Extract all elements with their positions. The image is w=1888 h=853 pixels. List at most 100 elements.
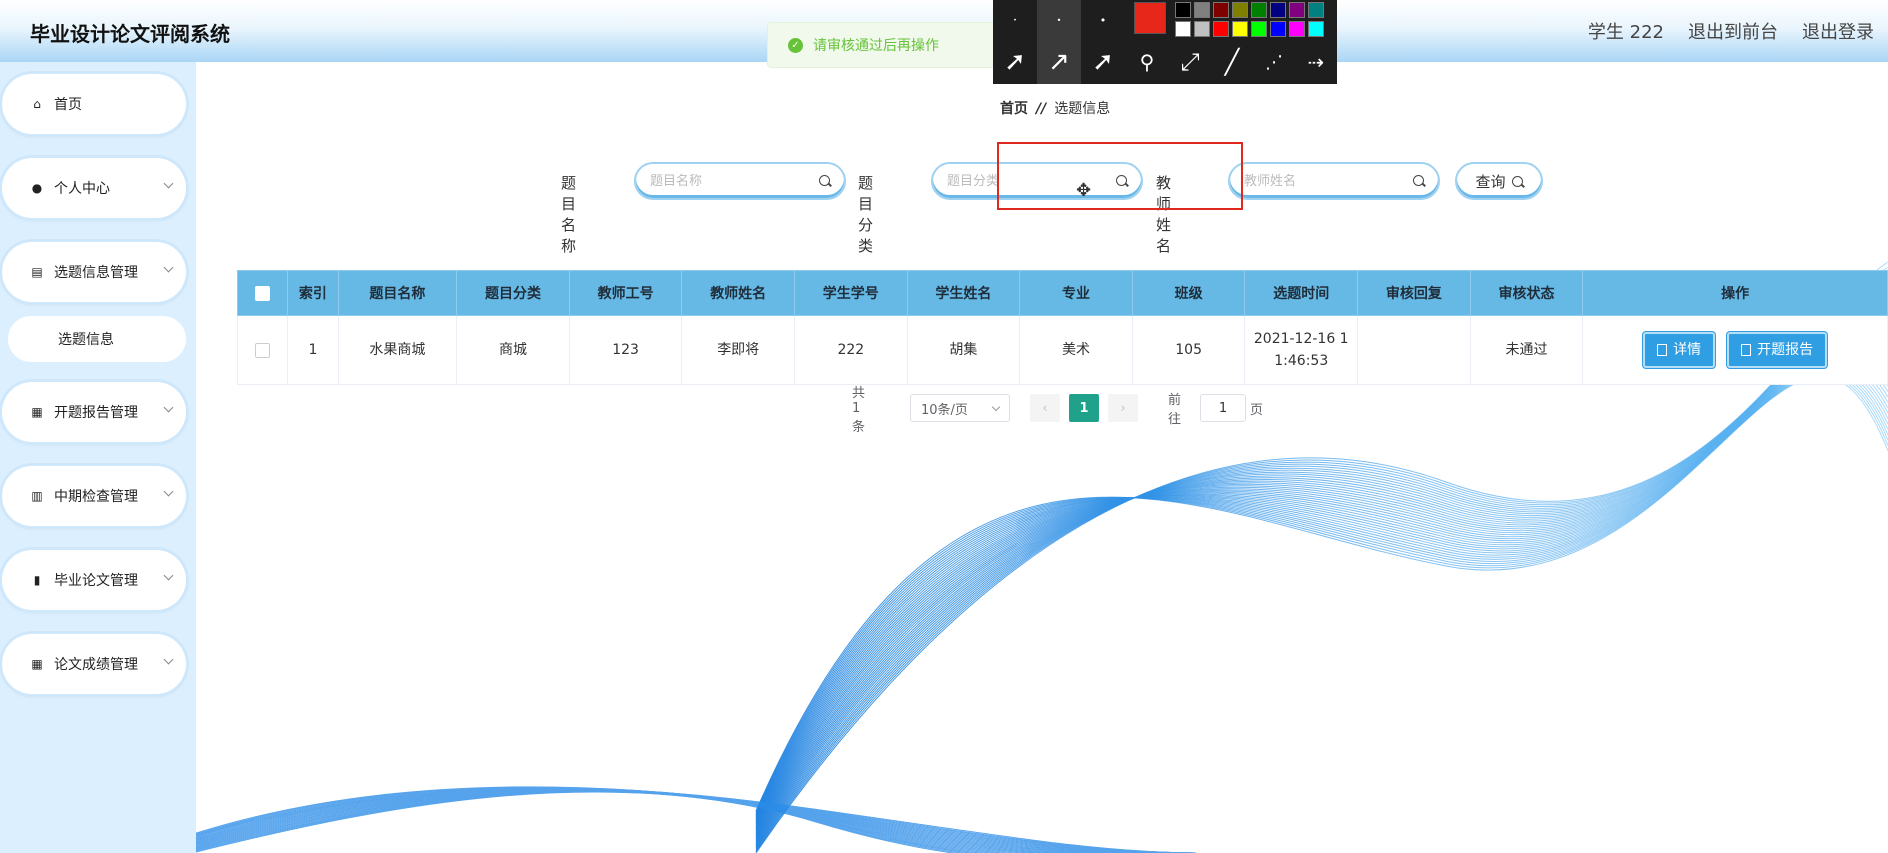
column-header: 班级: [1131, 270, 1246, 316]
select-all-checkbox[interactable]: [255, 285, 271, 301]
bar-chart-icon: ▮: [33, 573, 41, 587]
page-number-current[interactable]: 1: [1069, 394, 1099, 422]
sidebar-subitem-topic-info[interactable]: 选题信息: [8, 316, 186, 362]
color-swatch[interactable]: [1213, 21, 1229, 37]
grid-icon: ▦: [31, 657, 43, 671]
app-title: 毕业设计论文评阅系统: [30, 22, 230, 46]
sidebar-item-midterm-management[interactable]: ▥ 中期检查管理: [2, 466, 186, 526]
sidebar: ⌂ 首页 ● 个人中心 ▤ 选题信息管理 选题信息 ▦ 开题报告管理 ▥ 中期检…: [0, 62, 196, 853]
column-header: 题目分类: [456, 270, 570, 316]
chevron-down-icon: [163, 570, 174, 581]
cell-title: 水果商城: [337, 315, 458, 385]
cell-time-line1: 2021-12-16 1: [1253, 331, 1349, 347]
sidebar-item-home[interactable]: ⌂ 首页: [2, 74, 186, 134]
table-header-row: 索引 题目名称 题目分类 教师工号 教师姓名 学生学号 学生姓名 专业 班级 选…: [236, 270, 1888, 316]
cell-class: 105: [1131, 315, 1246, 385]
chevron-down-icon: [163, 486, 174, 497]
page-size-select[interactable]: 10条/页: [910, 394, 1010, 422]
cell-teacher-id: 123: [568, 315, 683, 385]
current-color-swatch[interactable]: [1134, 2, 1166, 34]
color-swatch[interactable]: [1175, 2, 1191, 18]
prev-page-button[interactable]: ‹: [1030, 394, 1060, 422]
wave-line: [755, 355, 1888, 826]
chevron-down-icon: [991, 402, 1001, 411]
color-swatch[interactable]: [1308, 2, 1324, 18]
document-icon: [1741, 344, 1752, 356]
breadcrumb-home[interactable]: 首页: [1000, 101, 1028, 117]
color-swatch[interactable]: [1251, 2, 1267, 18]
color-swatch[interactable]: [1308, 21, 1324, 37]
color-swatch[interactable]: [1194, 2, 1210, 18]
chevron-down-icon: [163, 402, 174, 413]
wave-line: [755, 352, 1888, 827]
search-input-title[interactable]: [648, 172, 812, 189]
sidebar-item-thesis-management[interactable]: ▮ 毕业论文管理: [2, 550, 186, 610]
sidebar-item-topic-management[interactable]: ▤ 选题信息管理: [2, 242, 186, 302]
goto-prefix: 前往: [1168, 393, 1182, 427]
column-header: 学生姓名: [906, 270, 1021, 316]
proposal-report-button[interactable]: 开题报告: [1727, 332, 1828, 368]
home-icon: ⌂: [33, 97, 41, 111]
color-swatch[interactable]: [1232, 2, 1248, 18]
search-input-teacher-wrapper: [1228, 162, 1440, 200]
color-swatch[interactable]: [1289, 2, 1305, 18]
search-icon: [1511, 175, 1523, 187]
column-header: 教师工号: [568, 270, 683, 316]
column-header: 学生学号: [794, 270, 908, 316]
annotation-highlight-box: [997, 142, 1243, 210]
color-swatch[interactable]: [1289, 21, 1305, 37]
chevron-down-icon: [163, 262, 174, 273]
sidebar-item-grade-management[interactable]: ▦ 论文成绩管理: [2, 634, 186, 694]
column-header: 专业: [1019, 270, 1133, 316]
document-icon: [1657, 344, 1668, 356]
logout-link[interactable]: 退出登录: [1802, 18, 1874, 44]
color-swatch[interactable]: [1270, 21, 1286, 37]
search-icon[interactable]: [819, 175, 830, 186]
next-page-button[interactable]: ›: [1108, 394, 1138, 422]
goto-page-input[interactable]: 1: [1200, 394, 1246, 422]
cell-reply: [1357, 315, 1471, 385]
color-swatch[interactable]: [1270, 2, 1286, 18]
dot-size-medium[interactable]: •: [1037, 0, 1081, 40]
breadcrumb-current: 选题信息: [1054, 101, 1111, 117]
color-swatch[interactable]: [1251, 21, 1267, 37]
user-label: 学生 222: [1587, 22, 1664, 43]
column-header: 审核状态: [1469, 270, 1584, 316]
column-header: 索引: [287, 270, 339, 316]
dot-size-small[interactable]: •: [993, 0, 1037, 40]
color-swatch[interactable]: [1194, 21, 1210, 37]
color-swatch[interactable]: [1232, 21, 1248, 37]
pagination-total: 共 1 条: [852, 385, 866, 435]
move-cursor-icon: ✥: [1076, 180, 1092, 201]
cell-index: 1: [287, 315, 339, 385]
goto-suffix: 页: [1250, 402, 1264, 418]
wave-line: [755, 363, 1888, 821]
search-input-teacher[interactable]: [1242, 172, 1406, 189]
sidebar-item-label: 首页: [54, 97, 82, 113]
sidebar-item-label: 选题信息管理: [54, 265, 138, 281]
sidebar-item-proposal-management[interactable]: ▦ 开题报告管理: [2, 382, 186, 442]
search-label-category: 题目分类: [858, 174, 874, 255]
search-icon[interactable]: [1413, 175, 1424, 186]
detail-button[interactable]: 详情: [1643, 332, 1716, 368]
topic-table: 索引 题目名称 题目分类 教师工号 教师姓名 学生学号 学生姓名 专业 班级 选…: [236, 270, 1888, 385]
query-button-label: 查询: [1475, 172, 1506, 191]
cell-major: 美术: [1019, 315, 1133, 385]
dot-size-large[interactable]: •: [1081, 0, 1125, 40]
sidebar-item-personal-center[interactable]: ● 个人中心: [2, 158, 186, 218]
query-button[interactable]: 查询: [1455, 162, 1543, 200]
color-swatch[interactable]: [1175, 21, 1191, 37]
column-header: 教师姓名: [681, 270, 795, 316]
grid-icon: ▦: [31, 405, 43, 419]
color-swatch[interactable]: [1213, 2, 1229, 18]
exit-to-front-link[interactable]: 退出到前台: [1688, 18, 1778, 44]
book-icon: ▥: [31, 489, 43, 503]
sidebar-item-label: 开题报告管理: [54, 405, 138, 421]
user-icon: ●: [31, 181, 43, 195]
chevron-down-icon: [163, 178, 174, 189]
chevron-down-icon: [163, 654, 174, 665]
select-all-cell: [236, 270, 289, 316]
row-checkbox[interactable]: [255, 342, 271, 358]
column-header: 操作: [1582, 270, 1888, 316]
cell-category: 商城: [456, 315, 570, 385]
